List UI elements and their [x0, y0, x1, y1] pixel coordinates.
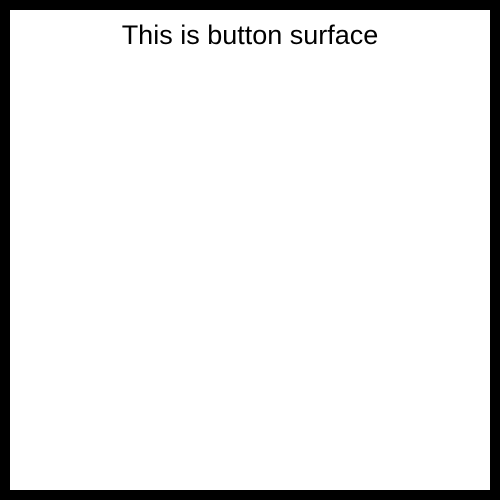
button-surface[interactable]: This is button surface [0, 0, 500, 500]
button-surface-label: This is button surface [121, 20, 379, 50]
